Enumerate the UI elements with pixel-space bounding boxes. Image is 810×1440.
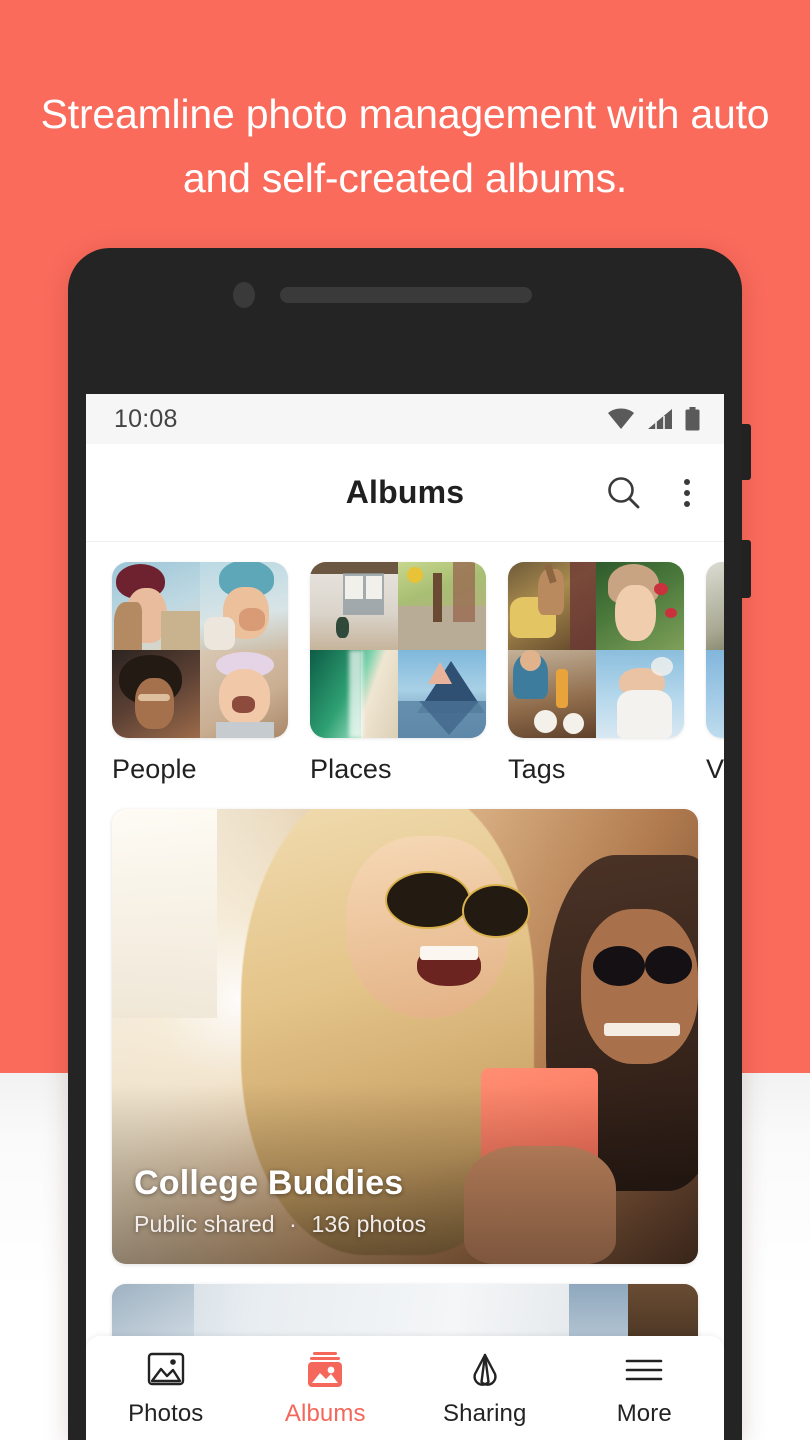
thumb-photo [112, 562, 200, 650]
phone-power-button [741, 540, 751, 598]
nav-item-sharing[interactable]: Sharing [405, 1349, 565, 1428]
status-bar-icons [607, 407, 700, 431]
more-vertical-icon [684, 478, 690, 485]
category-card-tags[interactable]: Tags [508, 562, 684, 785]
thumb-photo [112, 650, 200, 738]
nav-label: Photos [128, 1399, 204, 1427]
thumb-photo [310, 650, 398, 738]
album-meta: College Buddies Public shared · 136 phot… [134, 1164, 426, 1238]
hamburger-menu-icon [622, 1349, 666, 1391]
nav-item-more[interactable]: More [565, 1349, 725, 1428]
thumb-photo [596, 562, 684, 650]
category-thumbnail-grid [706, 562, 724, 738]
earpiece-speaker [280, 287, 532, 303]
thumb-photo [398, 562, 486, 650]
album-card-college-buddies[interactable]: College Buddies Public shared · 136 phot… [112, 809, 698, 1264]
nav-item-albums[interactable]: Albums [246, 1349, 406, 1428]
bottom-navigation: Photos Albums Sharing More [86, 1336, 724, 1440]
sharing-loops-icon [464, 1349, 506, 1391]
thumb-photo [398, 650, 486, 738]
category-label: V [706, 754, 724, 784]
category-card-places[interactable]: Places [310, 562, 486, 785]
thumb-photo [596, 650, 684, 738]
photo-frame-icon [145, 1349, 187, 1391]
phone-mockup: 10:08 Albums People Places Tags V Colleg… [68, 248, 751, 1440]
nav-label: Sharing [443, 1399, 527, 1427]
phone-volume-button [741, 424, 751, 480]
app-bar: Albums [86, 444, 724, 542]
thumb-photo [706, 562, 724, 650]
status-bar-clock: 10:08 [114, 404, 178, 433]
front-camera-icon [233, 282, 255, 308]
albums-stack-icon [303, 1349, 347, 1391]
wifi-icon [608, 408, 634, 429]
category-thumbnail-grid [508, 562, 684, 738]
category-thumbnail-grid [310, 562, 486, 738]
nav-label: Albums [284, 1399, 366, 1427]
category-card-people[interactable]: People [112, 562, 288, 785]
nav-label: More [616, 1399, 672, 1427]
thumb-photo [200, 650, 288, 738]
status-bar: 10:08 [86, 394, 724, 444]
album-subtitle: Public shared · 136 photos [134, 1211, 426, 1238]
marketing-headline: Streamline photo management with auto an… [40, 91, 770, 201]
more-options-button[interactable] [674, 473, 700, 513]
search-button[interactable] [604, 473, 644, 513]
album-separator: · [289, 1211, 297, 1237]
more-vertical-icon [684, 489, 690, 496]
category-card-videos[interactable]: V [706, 562, 724, 785]
category-label: Tags [508, 754, 566, 784]
category-strip[interactable]: People Places Tags V [86, 542, 724, 785]
search-icon [608, 476, 640, 508]
album-photo-count: 136 photos [311, 1211, 427, 1237]
thumb-photo [508, 562, 596, 650]
thumb-photo [508, 650, 596, 738]
thumb-photo [706, 650, 724, 738]
album-list: College Buddies Public shared · 136 phot… [86, 785, 724, 1374]
thumb-photo [200, 562, 288, 650]
app-bar-actions [604, 473, 700, 513]
thumb-photo [310, 562, 398, 650]
category-label: Places [310, 754, 392, 784]
album-visibility: Public shared [134, 1211, 275, 1237]
album-title: College Buddies [134, 1164, 404, 1202]
category-thumbnail-grid [112, 562, 288, 738]
category-label: People [112, 754, 197, 784]
cellular-signal-icon [648, 409, 672, 429]
battery-icon [685, 407, 700, 431]
phone-screen: 10:08 Albums People Places Tags V Colleg… [86, 394, 724, 1440]
nav-item-photos[interactable]: Photos [86, 1349, 246, 1428]
more-vertical-icon [684, 500, 690, 507]
